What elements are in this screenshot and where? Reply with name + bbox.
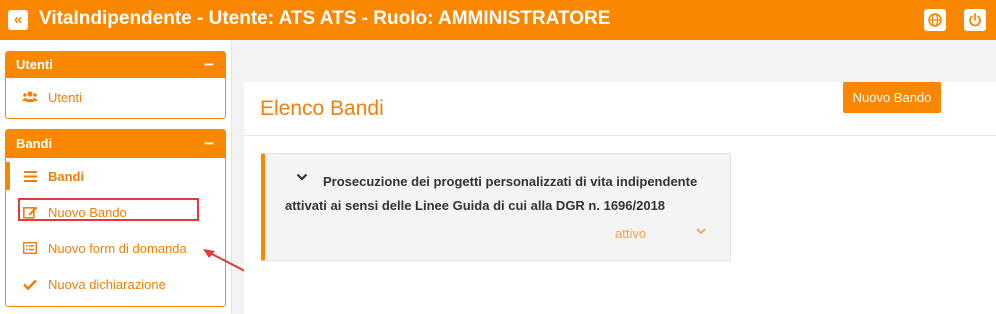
divider xyxy=(244,135,996,136)
users-panel-header[interactable]: Utenti − xyxy=(6,52,225,78)
sidebar: Utenti − Utenti Bandi − Bandi Nuovo Band… xyxy=(0,40,232,314)
check-icon xyxy=(22,276,38,292)
collapse-bandi-panel-icon[interactable]: − xyxy=(204,130,214,158)
sidebar-item-utenti[interactable]: Utenti xyxy=(6,78,225,116)
status-badge: attivo xyxy=(615,226,647,241)
users-panel: Utenti − Utenti xyxy=(5,51,226,119)
app-title: VitaIndipendente - Utente: ATS ATS - Ruo… xyxy=(39,8,611,29)
bandi-panel-header[interactable]: Bandi − xyxy=(6,130,225,158)
language-button[interactable] xyxy=(924,9,946,31)
highlight-box xyxy=(18,198,199,221)
logout-button[interactable] xyxy=(964,9,986,31)
bando-title: Prosecuzione dei progetti personalizzati… xyxy=(285,174,698,213)
chevron-down-icon[interactable] xyxy=(696,228,706,235)
page-title: Elenco Bandi xyxy=(260,97,384,120)
sidebar-item-nuova-dichiarazione[interactable]: Nuova dichiarazione xyxy=(6,266,225,302)
list-icon xyxy=(22,168,38,184)
globe-icon xyxy=(928,13,942,27)
sidebar-item-label: Utenti xyxy=(48,89,82,105)
power-icon xyxy=(969,13,981,27)
sidebar-item-label: Nuovo form di domanda xyxy=(48,240,187,256)
bando-card[interactable]: Prosecuzione dei progetti personalizzati… xyxy=(261,153,731,261)
top-bar: « VitaIndipendente - Utente: ATS ATS - R… xyxy=(0,0,996,40)
form-icon xyxy=(22,240,38,256)
users-panel-title: Utenti xyxy=(16,57,53,72)
users-icon xyxy=(22,89,38,105)
collapse-users-panel-icon[interactable]: − xyxy=(204,52,214,78)
sidebar-item-label: Bandi xyxy=(48,168,85,184)
sidebar-item-label: Nuova dichiarazione xyxy=(48,276,166,292)
new-bando-button[interactable]: Nuovo Bando xyxy=(843,82,941,113)
bandi-panel-title: Bandi xyxy=(16,136,53,151)
sidebar-item-nuovo-form-di-domanda[interactable]: Nuovo form di domanda xyxy=(6,230,225,266)
sidebar-item-bandi[interactable]: Bandi xyxy=(6,158,225,194)
double-chevron-left-icon[interactable]: « xyxy=(8,10,28,30)
